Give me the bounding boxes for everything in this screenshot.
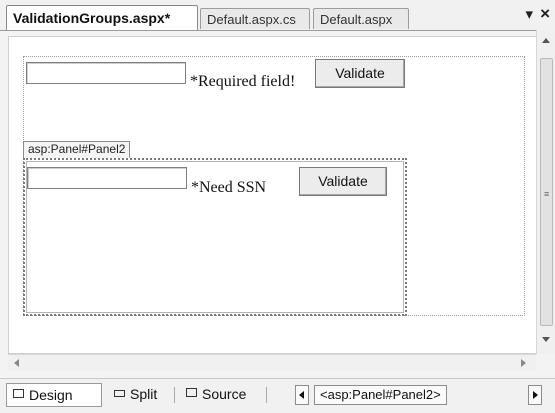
separator bbox=[174, 387, 175, 403]
panel2-tag: asp:Panel#Panel2 bbox=[23, 141, 131, 158]
scroll-up-icon[interactable] bbox=[542, 38, 550, 43]
ssn-validator: *Need SSN bbox=[191, 179, 267, 196]
source-view-label: Source bbox=[202, 386, 247, 402]
tab-label: Default.aspx bbox=[320, 12, 393, 27]
tag-breadcrumb[interactable]: <asp:Panel#Panel2> bbox=[314, 385, 447, 405]
panel2[interactable]: *Need SSN Validate bbox=[23, 158, 407, 316]
close-icon[interactable]: × bbox=[540, 4, 550, 24]
tab-label: ValidationGroups.aspx* bbox=[13, 10, 171, 26]
chevron-right-icon bbox=[533, 391, 538, 399]
split-view-label: Split bbox=[130, 386, 158, 402]
split-view-icon bbox=[114, 390, 125, 397]
required-field-validator: *Required field! bbox=[190, 73, 296, 90]
next-tag-button[interactable] bbox=[528, 385, 542, 405]
scroll-left-icon[interactable] bbox=[14, 359, 19, 367]
separator bbox=[266, 387, 267, 403]
design-view-icon bbox=[13, 389, 24, 398]
document-tab-bar: ValidationGroups.aspx* Default.aspx.cs D… bbox=[0, 0, 555, 31]
tab-default-aspx-cs[interactable]: Default.aspx.cs bbox=[200, 8, 310, 29]
design-view-label: Design bbox=[29, 387, 73, 403]
scroll-right-icon[interactable] bbox=[521, 359, 526, 367]
source-view-button[interactable]: Source bbox=[180, 383, 260, 407]
design-view-button[interactable]: Design bbox=[6, 383, 102, 407]
vertical-scrollbar[interactable]: ≡ bbox=[536, 30, 555, 354]
chevron-left-icon bbox=[299, 391, 304, 399]
design-surface[interactable]: *Required field! Validate asp:Panel#Pane… bbox=[8, 36, 538, 354]
vertical-scroll-thumb[interactable]: ≡ bbox=[540, 58, 553, 326]
split-view-button[interactable]: Split bbox=[108, 383, 170, 407]
validate-button-1[interactable]: Validate bbox=[315, 59, 405, 88]
grip-icon: ≡ bbox=[544, 189, 550, 199]
horizontal-scrollbar[interactable] bbox=[8, 354, 536, 371]
validate-button-2[interactable]: Validate bbox=[299, 167, 387, 196]
tab-default-aspx[interactable]: Default.aspx bbox=[313, 8, 409, 29]
tab-validationgroups-aspx[interactable]: ValidationGroups.aspx* bbox=[6, 5, 198, 30]
ssn-textbox[interactable] bbox=[27, 167, 187, 189]
window-position-icon[interactable]: ▾ bbox=[525, 5, 533, 23]
view-switcher-bar: Design Split Source <asp:Panel#Panel2> bbox=[0, 378, 555, 413]
required-field-textbox[interactable] bbox=[26, 62, 186, 84]
scroll-down-icon[interactable] bbox=[542, 337, 550, 342]
source-view-icon bbox=[186, 388, 197, 397]
tab-label: Default.aspx.cs bbox=[207, 12, 296, 27]
previous-tag-button[interactable] bbox=[295, 385, 309, 405]
